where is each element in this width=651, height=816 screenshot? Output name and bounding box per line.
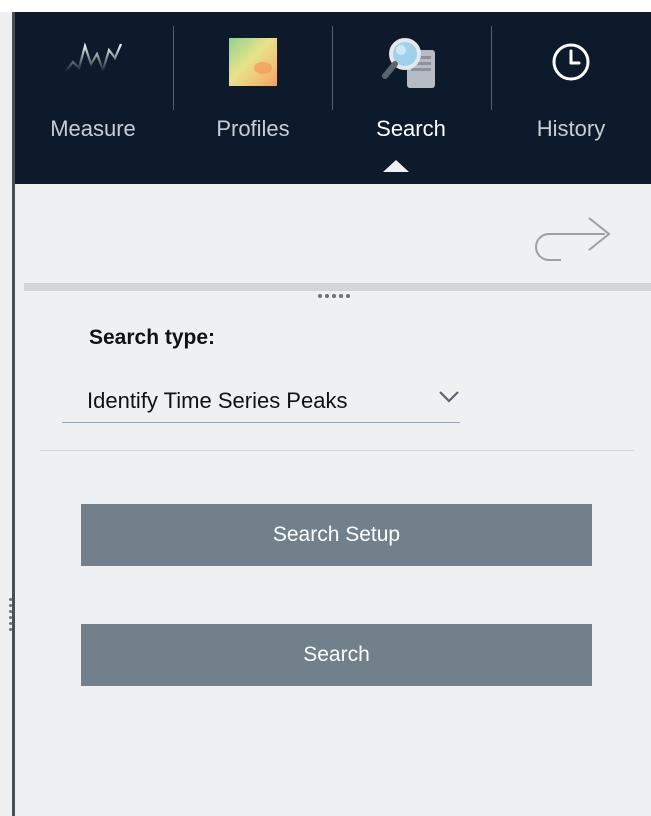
search-button[interactable]: Search: [81, 624, 592, 686]
tab-search[interactable]: Search: [333, 12, 489, 184]
splitter-grip[interactable]: [318, 285, 362, 298]
search-type-label: Search type:: [89, 326, 216, 349]
tab-label: Search: [376, 116, 446, 141]
search-type-value: Identify Time Series Peaks: [87, 388, 348, 413]
tab-separator: [173, 26, 174, 110]
side-resize-grip[interactable]: [9, 598, 13, 638]
tab-history[interactable]: History: [493, 12, 649, 184]
tab-label: Measure: [50, 116, 136, 141]
window-top-strip: [0, 0, 651, 12]
redo-button[interactable]: [531, 206, 613, 266]
search-magnifier-icon: [382, 38, 435, 88]
active-tab-caret: [383, 160, 409, 172]
profiles-heatmap-icon: [229, 38, 277, 86]
app-panel: Measure Profiles Search History Search t…: [0, 0, 651, 816]
tab-measure[interactable]: Measure: [15, 12, 171, 184]
clock-icon: [552, 43, 590, 81]
tab-label: History: [536, 116, 606, 141]
measure-chart-icon: [64, 42, 123, 74]
tab-separator: [491, 26, 492, 110]
tab-profiles[interactable]: Profiles: [175, 12, 331, 184]
search-type-dropdown[interactable]: Identify Time Series Peaks: [62, 380, 460, 423]
redo-arrow-icon: [535, 217, 611, 261]
section-divider: [40, 450, 634, 451]
top-navigation: Measure Profiles Search History: [15, 12, 651, 184]
search-setup-button[interactable]: Search Setup: [81, 504, 592, 566]
chevron-down-icon: [439, 391, 459, 403]
tab-label: Profiles: [216, 116, 290, 141]
